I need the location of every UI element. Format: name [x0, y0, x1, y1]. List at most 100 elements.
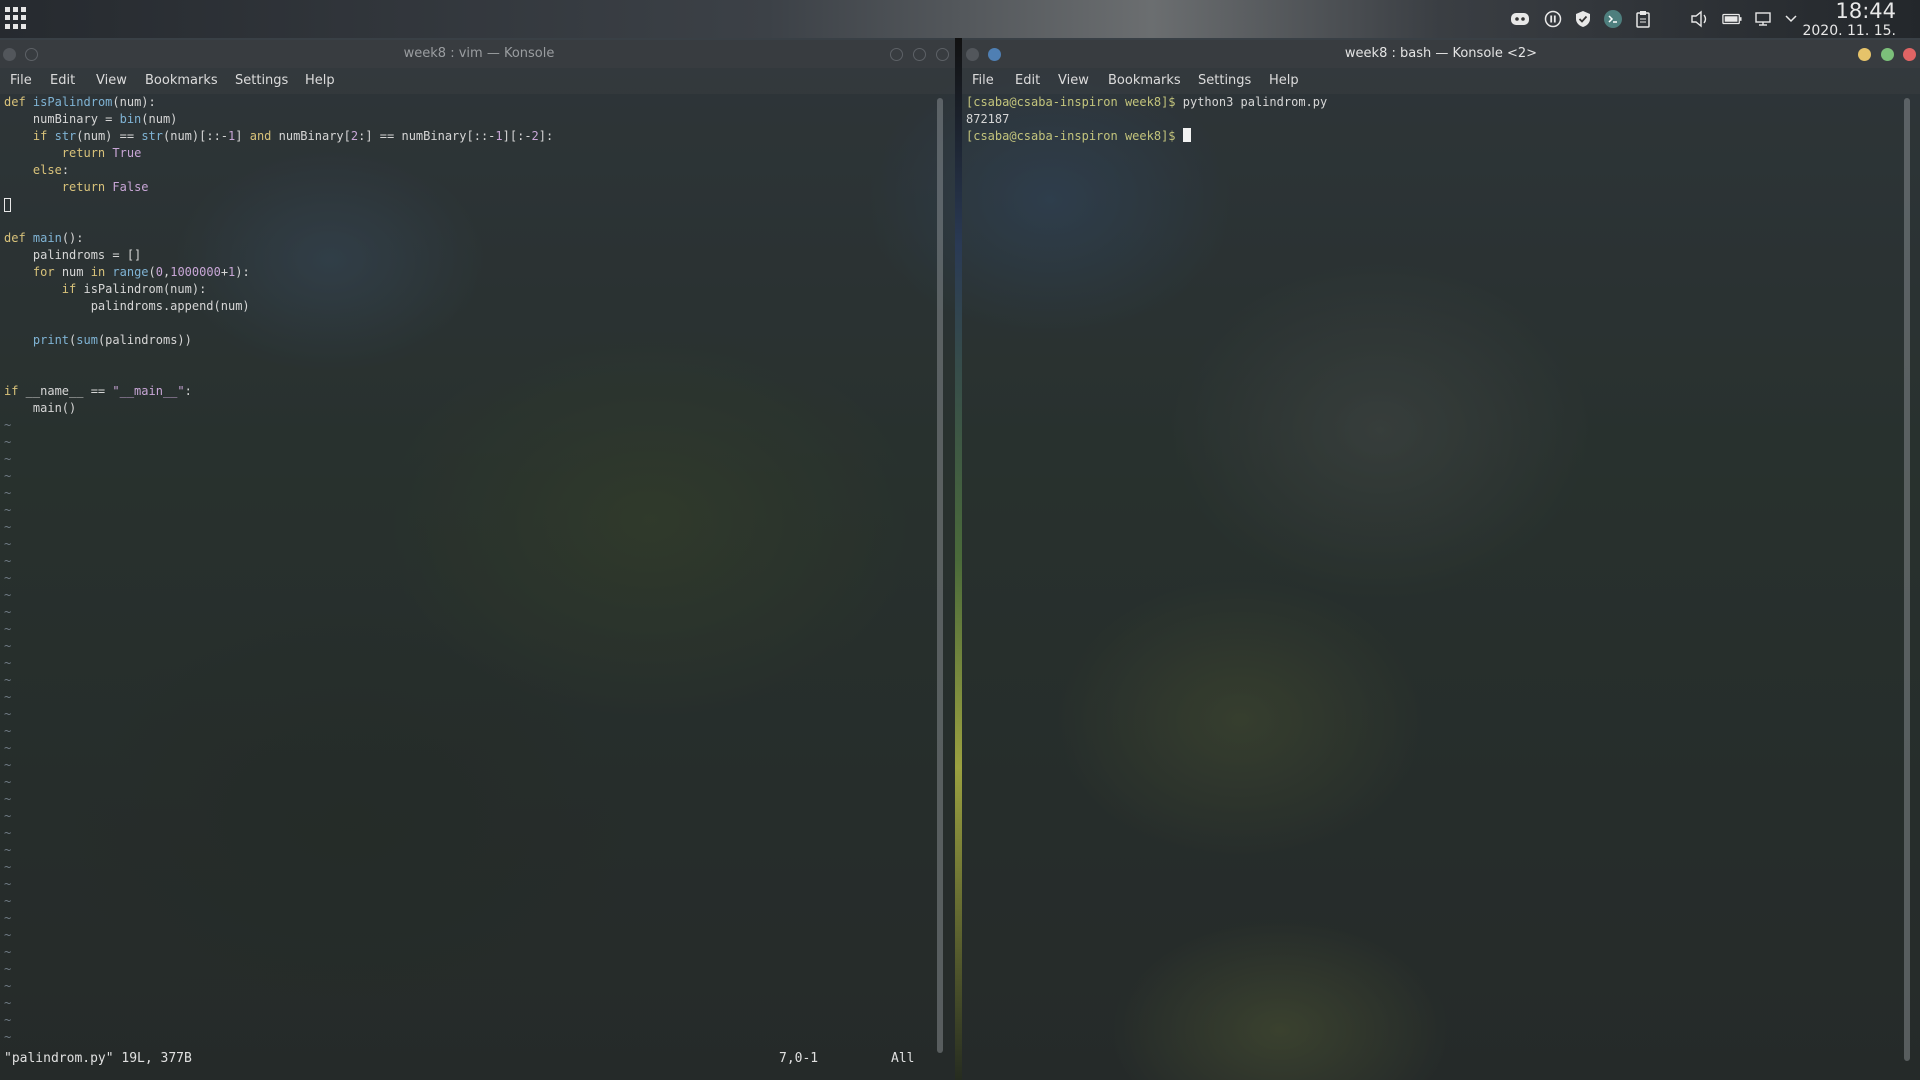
tilde-line: ~ — [4, 775, 12, 789]
tilde-line: ~ — [4, 860, 12, 874]
volume-icon[interactable] — [1690, 9, 1710, 29]
vim-konsole-window[interactable]: week8 : vim — Konsole File Edit View Boo… — [0, 40, 958, 1080]
menu-file[interactable]: File — [972, 73, 994, 88]
shell-prompt: [csaba@csaba-inspiron week8]$ — [966, 129, 1176, 143]
close-button[interactable] — [1903, 48, 1916, 61]
clock[interactable]: 18:44 2020. 11. 15. — [1802, 0, 1896, 39]
clock-time: 18:44 — [1835, 0, 1896, 23]
code-line: def main(): — [4, 231, 84, 245]
menu-bar: File Edit View Bookmarks Settings Help — [0, 68, 958, 94]
clipboard-icon[interactable] — [1633, 9, 1653, 29]
window-title: week8 : vim — Konsole — [403, 46, 555, 61]
menu-edit[interactable]: Edit — [50, 73, 75, 88]
shell-command: python3 palindrom.py — [1175, 95, 1328, 109]
tilde-line: ~ — [4, 469, 12, 483]
tilde-line: ~ — [4, 1013, 12, 1027]
tilde-line: ~ — [4, 962, 12, 976]
tilde-line: ~ — [4, 996, 12, 1010]
menu-bookmarks[interactable]: Bookmarks — [1108, 73, 1181, 88]
tilde-line: ~ — [4, 809, 12, 823]
menu-edit[interactable]: Edit — [1015, 73, 1040, 88]
discord-icon[interactable] — [1510, 9, 1530, 29]
tilde-line: ~ — [4, 877, 12, 891]
tilde-line: ~ — [4, 605, 12, 619]
code-line: for num in range(0,1000000+1): — [32, 265, 250, 279]
tilde-line: ~ — [4, 928, 12, 942]
minimize-button[interactable] — [1858, 48, 1871, 61]
vim-status-scroll: All — [891, 1051, 915, 1066]
tilde-line: ~ — [4, 588, 12, 602]
text-cursor — [1182, 128, 1191, 142]
menu-view[interactable]: View — [96, 73, 127, 88]
maximize-button[interactable] — [1881, 48, 1894, 61]
tilde-line: ~ — [4, 843, 12, 857]
tilde-line: ~ — [4, 537, 12, 551]
top-panel: 18:44 2020. 11. 15. — [0, 0, 1920, 39]
code-line: palindroms = [] — [4, 248, 142, 262]
menu-help[interactable]: Help — [1269, 73, 1299, 88]
chevron-down-icon[interactable] — [1781, 9, 1801, 29]
tilde-line: ~ — [4, 520, 12, 534]
battery-icon[interactable] — [1722, 9, 1742, 29]
vpn-shield-icon[interactable] — [1573, 9, 1593, 29]
tilde-line: ~ — [4, 571, 12, 585]
tilde-line: ~ — [4, 554, 12, 568]
menu-settings[interactable]: Settings — [235, 73, 288, 88]
tilde-line: ~ — [4, 639, 12, 653]
bash-terminal-area[interactable]: [csaba@csaba-inspiron week8]$ python3 pa… — [962, 94, 1920, 1080]
vim-window-titlebar[interactable]: week8 : vim — Konsole — [0, 40, 958, 68]
tilde-line: ~ — [4, 656, 12, 670]
tilde-line: ~ — [4, 758, 12, 772]
tilde-line: ~ — [4, 486, 12, 500]
media-pause-icon[interactable] — [1543, 9, 1563, 29]
code-line: return True — [61, 146, 142, 160]
tilde-line: ~ — [4, 503, 12, 517]
code-line: def isPalindrom(num): — [4, 95, 156, 109]
menu-file[interactable]: File — [10, 73, 32, 88]
vim-scrollbar[interactable] — [937, 98, 943, 1053]
window-divider — [955, 38, 962, 1080]
menu-settings[interactable]: Settings — [1198, 73, 1251, 88]
vim-terminal-area[interactable]: def isPalindrom(num): numBinary = bin(nu… — [0, 94, 958, 1080]
vim-status-position: 7,0-1 — [779, 1051, 819, 1066]
tilde-line: ~ — [4, 894, 12, 908]
display-icon[interactable] — [1753, 9, 1773, 29]
tilde-line: ~ — [4, 792, 12, 806]
menu-bar: File Edit View Bookmarks Settings Help — [962, 68, 1920, 94]
code-line: if __name__ == "__main__": — [4, 384, 192, 398]
terminal-output: 872187 — [966, 112, 1010, 126]
tilde-line: ~ — [4, 673, 12, 687]
vim-cursor — [4, 198, 11, 212]
menu-help[interactable]: Help — [305, 73, 335, 88]
code-line: return False — [61, 180, 149, 194]
tilde-line: ~ — [4, 707, 12, 721]
bash-konsole-window[interactable]: week8 : bash — Konsole <2> File Edit Vie… — [962, 40, 1920, 1080]
window-title: week8 : bash — Konsole <2> — [1344, 46, 1538, 61]
app-launcher-icon[interactable] — [5, 7, 27, 29]
terminal-icon[interactable] — [1603, 9, 1623, 29]
tilde-line: ~ — [4, 826, 12, 840]
terminal-command-line: [csaba@csaba-inspiron week8]$ python3 pa… — [966, 94, 1327, 111]
vim-status-file: "palindrom.py" 19L, 377B — [4, 1051, 192, 1066]
minimize-button[interactable] — [890, 48, 903, 61]
menu-bookmarks[interactable]: Bookmarks — [145, 73, 218, 88]
bash-window-titlebar[interactable]: week8 : bash — Konsole <2> — [962, 40, 1920, 68]
tilde-line: ~ — [4, 418, 12, 432]
tilde-line: ~ — [4, 911, 12, 925]
close-button[interactable] — [936, 48, 949, 61]
clock-date: 2020. 11. 15. — [1802, 23, 1896, 39]
shell-prompt: [csaba@csaba-inspiron week8]$ — [966, 95, 1176, 109]
tilde-line: ~ — [4, 452, 12, 466]
terminal-prompt-line: [csaba@csaba-inspiron week8]$ — [966, 128, 1191, 145]
menu-view[interactable]: View — [1058, 73, 1089, 88]
code-line: print(sum(palindroms)) — [32, 333, 192, 347]
tilde-line: ~ — [4, 690, 12, 704]
tilde-line: ~ — [4, 945, 12, 959]
maximize-button[interactable] — [913, 48, 926, 61]
code-line: main() — [4, 401, 77, 415]
bash-scrollbar[interactable] — [1904, 98, 1910, 1061]
tilde-line: ~ — [4, 741, 12, 755]
code-line: if str(num) == str(num)[::-1] and numBin… — [32, 129, 554, 143]
tilde-line: ~ — [4, 1030, 12, 1044]
tilde-line: ~ — [4, 724, 12, 738]
